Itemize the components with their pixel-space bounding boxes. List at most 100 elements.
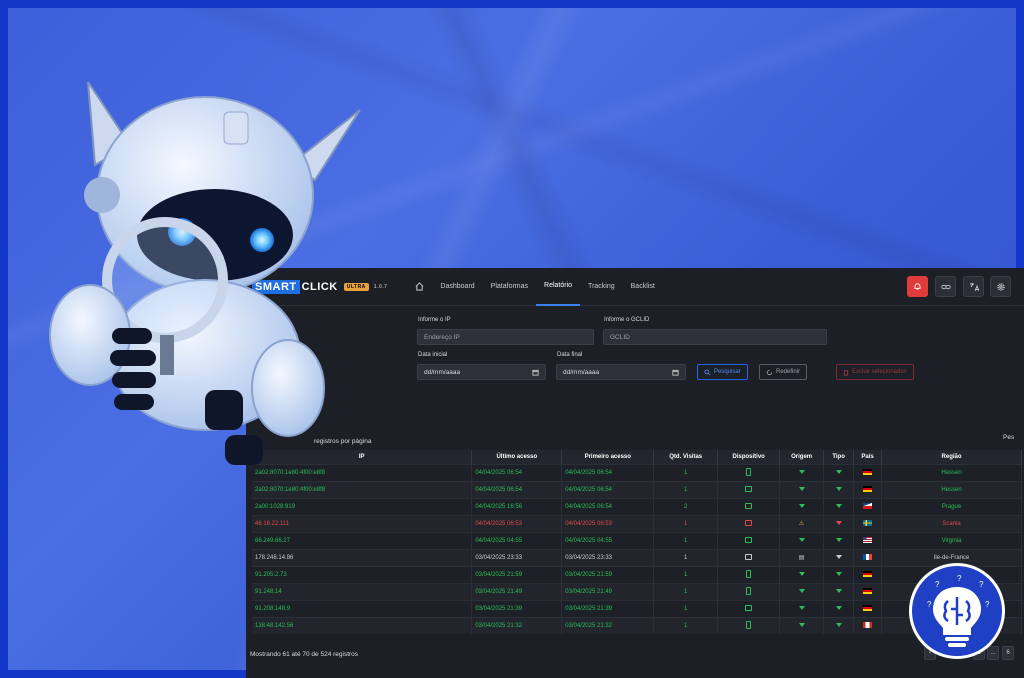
table-row[interactable]: 2a00:1028:919 04/04/2025 16:56 04/04/2025 … (252, 497, 1022, 515)
cell-type (823, 599, 855, 617)
home-icon[interactable] (415, 282, 424, 291)
table-row[interactable]: 66.249.66.27 04/04/2025 04:55 04/04/2025 0… (252, 531, 1022, 549)
cell-country (853, 582, 883, 600)
cell-device (717, 616, 781, 634)
desktop-icon (745, 502, 753, 509)
cell-device (717, 548, 781, 566)
flag-de-icon (863, 587, 873, 594)
cell-origin (779, 599, 825, 617)
cell-ip: 66.249.66.27 (252, 531, 473, 549)
notifications-bell-button[interactable] (907, 276, 928, 297)
column-header-7[interactable]: País (853, 450, 883, 464)
calendar-icon[interactable] (532, 369, 539, 376)
column-header-3[interactable]: Qtd. Visitas (653, 450, 719, 464)
column-header-5[interactable]: Origem (779, 450, 825, 464)
cell-first-access: 03/04/2025 21:49 (561, 582, 655, 600)
column-header-2[interactable]: Primeiro acesso (561, 450, 655, 464)
cell-ip: 138.48.142.56 (252, 616, 473, 634)
cell-region: Hessen (881, 480, 1022, 498)
cell-country (853, 497, 883, 515)
cell-visits: 2 (653, 497, 719, 515)
table-row[interactable]: 91.208.148.9 03/04/2025 21:39 03/04/2025 2… (252, 599, 1022, 617)
cell-visits: 1 (653, 599, 719, 617)
column-header-4[interactable]: Dispositivo (717, 450, 781, 464)
cell-visits: 1 (653, 480, 719, 498)
column-header-1[interactable]: Último acesso (471, 450, 563, 464)
nav-item-backlist[interactable]: Backlist (623, 268, 663, 306)
table-row[interactable]: 178.248.14.86 03/04/2025 23:33 03/04/2025 … (252, 548, 1022, 566)
ip-input[interactable]: Endereço IP (417, 329, 594, 345)
nav-item-plataformas[interactable]: Plataformas (483, 268, 536, 306)
pager-page-6[interactable]: 6 (1002, 646, 1014, 660)
ip-label: Informe o IP (418, 317, 451, 323)
cell-ip: 2a00:1028:919 (252, 497, 473, 515)
trash-icon (843, 369, 849, 376)
gclid-input[interactable]: GCLID (603, 329, 827, 345)
cell-visits: 1 (653, 548, 719, 566)
svg-text:?: ? (957, 574, 962, 583)
cell-region: Virginia (881, 531, 1022, 549)
search-button[interactable]: Pesquisar (697, 364, 748, 380)
translate-icon (969, 282, 979, 291)
mobile-icon (746, 586, 752, 595)
cell-last-access: 03/04/2025 21:39 (471, 599, 563, 617)
arrow-down-icon (835, 520, 842, 525)
arrow-down-icon (835, 571, 842, 576)
column-header-8[interactable]: Região (881, 450, 1022, 464)
cell-origin (779, 616, 825, 634)
desktop-icon (745, 553, 753, 560)
cell-region: Prague (881, 497, 1022, 515)
nav-item-dashboard[interactable]: Dashboard (432, 268, 482, 306)
start-date-input[interactable]: dd/mm/aaaa (417, 364, 546, 380)
calendar-icon[interactable] (672, 369, 679, 376)
table-row[interactable]: 46.18.22.111 04/04/2025 06:53 04/04/2025 0… (252, 514, 1022, 532)
cell-type (823, 497, 855, 515)
link-button[interactable] (935, 276, 956, 297)
cell-device (717, 480, 781, 498)
refresh-icon (766, 369, 773, 375)
table-row[interactable]: 91.205.2.73 03/04/2025 21:59 03/04/2025 21… (252, 565, 1022, 583)
arrow-down-icon (798, 571, 805, 576)
warning-icon: ⚠ (798, 521, 805, 527)
lightbulb-brain-icon: ? ? ? ? ? (927, 574, 990, 647)
link-icon (940, 284, 951, 289)
nav-item-relatrio[interactable]: Relatório (536, 268, 581, 306)
arrow-down-icon (835, 486, 842, 491)
settings-button[interactable] (990, 276, 1011, 297)
flag-de-icon (863, 604, 873, 611)
arrow-down-icon (798, 588, 805, 593)
delete-selected-button[interactable]: Excluir selecionados (836, 364, 914, 380)
cell-first-access: 04/04/2025 06:54 (561, 463, 655, 481)
arrow-down-icon (835, 554, 842, 559)
desktop-icon (745, 604, 753, 611)
cell-ip: 46.18.22.111 (252, 514, 473, 532)
cell-type (823, 616, 855, 634)
cell-last-access: 03/04/2025 21:32 (471, 616, 563, 634)
svg-text:?: ? (979, 580, 984, 589)
table-row[interactable]: 138.48.142.56 03/04/2025 21:32 03/04/2025 … (252, 616, 1022, 634)
translate-button[interactable] (963, 276, 984, 297)
cell-device (717, 565, 781, 583)
cell-country (853, 548, 883, 566)
reset-button[interactable]: Redefinir (759, 364, 808, 380)
cell-last-access: 03/04/2025 21:49 (471, 582, 563, 600)
flag-ca-icon (863, 621, 873, 628)
arrow-down-icon (798, 622, 805, 627)
flag-cz-icon (863, 502, 873, 509)
arrow-down-icon (835, 605, 842, 610)
table-row[interactable]: 91.248.14 03/04/2025 21:49 03/04/2025 21:4… (252, 582, 1022, 600)
flag-us-icon (863, 536, 873, 543)
mobile-icon (746, 467, 752, 476)
flag-de-icon (863, 468, 873, 475)
cell-type (823, 565, 855, 583)
server-icon: ▤ (798, 555, 805, 561)
cell-first-access: 04/04/2025 06:54 (561, 480, 655, 498)
svg-text:?: ? (935, 580, 940, 589)
end-date-input[interactable]: dd/mm/aaaa (556, 364, 686, 380)
nav-item-tracking[interactable]: Tracking (580, 268, 623, 306)
mobile-icon (746, 620, 752, 629)
cell-country (853, 480, 883, 498)
cell-origin (779, 463, 825, 481)
column-header-6[interactable]: Tipo (823, 450, 855, 464)
arrow-down-icon (835, 622, 842, 627)
